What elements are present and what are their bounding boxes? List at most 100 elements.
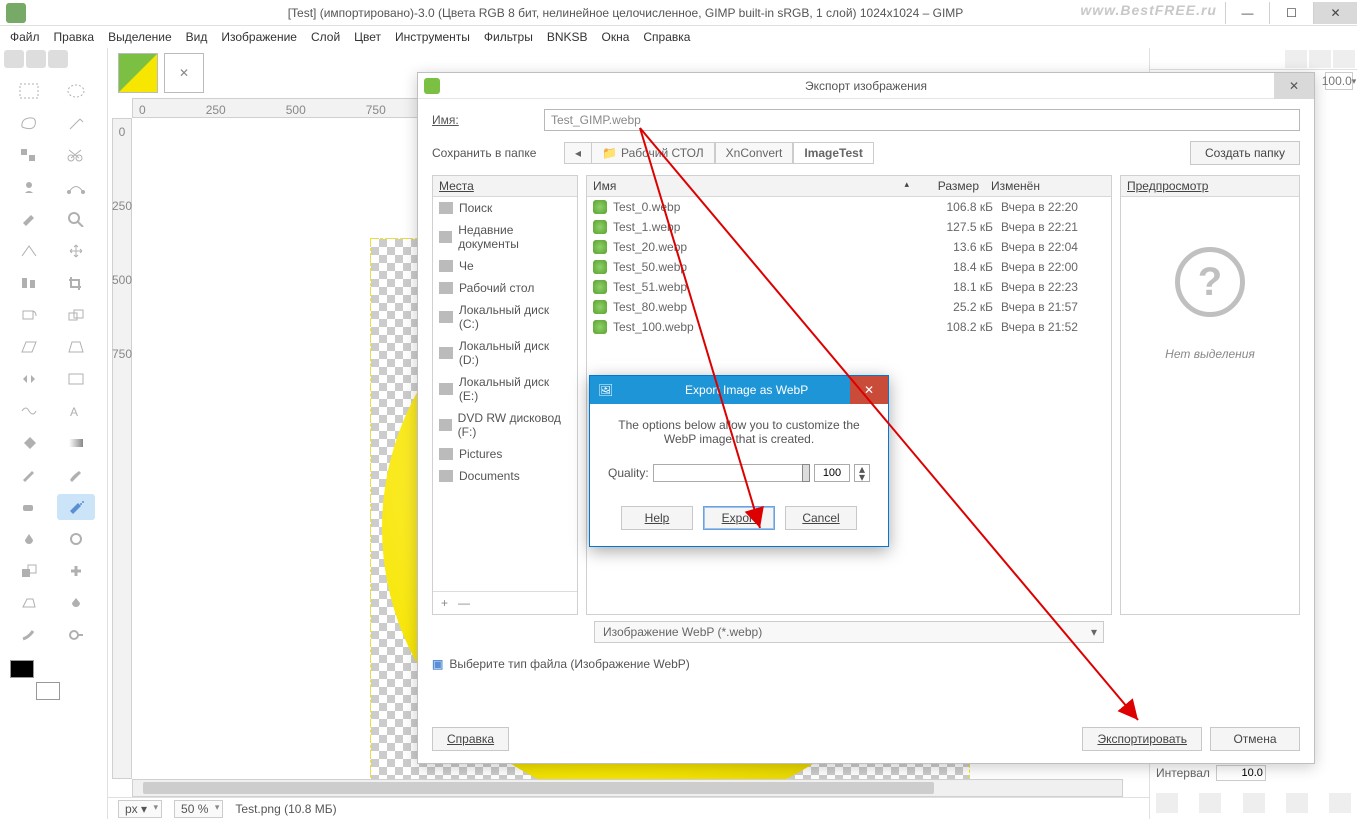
tool-color-picker[interactable] [10, 206, 48, 232]
tool-paintbrush[interactable] [57, 462, 95, 488]
places-item[interactable]: Недавние документы [433, 219, 577, 255]
tool-clone[interactable] [10, 558, 48, 584]
dock-icon[interactable] [1286, 793, 1308, 813]
tool-ink[interactable] [10, 526, 48, 552]
tool-scale[interactable] [57, 302, 95, 328]
tool-free-select[interactable] [10, 110, 48, 136]
tool-rotate[interactable] [10, 302, 48, 328]
tool-gradient[interactable] [57, 430, 95, 456]
tool-heal[interactable] [57, 558, 95, 584]
tool-smudge[interactable] [10, 622, 48, 648]
menu-help[interactable]: Справка [643, 30, 690, 44]
tool-rect-select[interactable] [10, 78, 48, 104]
tool-crop[interactable] [57, 270, 95, 296]
dock-icon[interactable] [1156, 793, 1178, 813]
places-add[interactable]: + [441, 596, 448, 610]
breadcrumb-seg[interactable]: 📁 Рабочий СТОЛ [591, 142, 715, 164]
tool-text[interactable]: A [57, 398, 95, 424]
image-thumb[interactable] [118, 53, 158, 93]
tool-pencil[interactable] [10, 462, 48, 488]
export-dialog-close[interactable]: ✕ [1274, 73, 1314, 99]
quality-slider[interactable] [653, 464, 810, 482]
file-row[interactable]: Test_50.webp18.4 кБВчера в 22:00 [587, 257, 1111, 277]
tool-align[interactable] [10, 270, 48, 296]
menu-tools[interactable]: Инструменты [395, 30, 470, 44]
opacity-combo[interactable]: 100.0▾ [1325, 72, 1353, 90]
places-remove[interactable]: — [458, 596, 470, 610]
places-item[interactable]: Рабочий стол [433, 277, 577, 299]
export-cancel-button[interactable]: Отмена [1210, 727, 1300, 751]
dock-tab[interactable] [1333, 50, 1355, 68]
quality-spinner[interactable]: ▴▾ [854, 464, 870, 482]
file-row[interactable]: Test_51.webp18.1 кБВчера в 22:23 [587, 277, 1111, 297]
scrollbar-horizontal[interactable] [132, 779, 1123, 797]
tool-bucket-fill[interactable] [10, 430, 48, 456]
close-button[interactable]: ✕ [1313, 2, 1357, 24]
menu-select[interactable]: Выделение [108, 30, 172, 44]
menu-layer[interactable]: Слой [311, 30, 340, 44]
tool-flip[interactable] [10, 366, 48, 392]
dock-tab[interactable] [1285, 50, 1307, 68]
tool-measure[interactable] [10, 238, 48, 264]
places-item[interactable]: Локальный диск (C:) [433, 299, 577, 335]
fg-bg-colors[interactable] [10, 660, 60, 700]
places-item[interactable]: Локальный диск (E:) [433, 371, 577, 407]
export-button[interactable]: Экспортировать [1082, 727, 1202, 751]
tool-warp[interactable] [10, 398, 48, 424]
dock-icon[interactable] [1243, 793, 1265, 813]
dock-tab[interactable] [1309, 50, 1331, 68]
unit-combo[interactable]: px ▾ [118, 800, 162, 818]
create-folder-button[interactable]: Создать папку [1190, 141, 1300, 165]
minimize-button[interactable]: — [1225, 2, 1269, 24]
image-thumb-close[interactable]: ✕ [164, 53, 204, 93]
file-row[interactable]: Test_20.webp13.6 кБВчера в 22:04 [587, 237, 1111, 257]
file-row[interactable]: Test_100.webp108.2 кБВчера в 21:52 [587, 317, 1111, 337]
places-item[interactable]: DVD RW дисковод (F:) [433, 407, 577, 443]
places-item[interactable]: Локальный диск (D:) [433, 335, 577, 371]
menu-file[interactable]: Файл [10, 30, 40, 44]
tool-perspective[interactable] [57, 334, 95, 360]
tool-scissors[interactable] [57, 142, 95, 168]
places-item[interactable]: Че [433, 255, 577, 277]
tool-perspective-clone[interactable] [10, 590, 48, 616]
tool-eraser[interactable] [10, 494, 48, 520]
file-row[interactable]: Test_0.webp106.8 кБВчера в 22:20 [587, 197, 1111, 217]
tool-color-select[interactable] [10, 142, 48, 168]
col-modified[interactable]: Изменён [985, 176, 1097, 196]
export-help-button[interactable]: Справка [432, 727, 509, 751]
file-row[interactable]: Test_80.webp25.2 кБВчера в 21:57 [587, 297, 1111, 317]
tool-ellipse-select[interactable] [57, 78, 95, 104]
tool-zoom[interactable] [57, 206, 95, 232]
tool-foreground-select[interactable] [10, 174, 48, 200]
filename-input[interactable] [544, 109, 1300, 131]
webp-help-button[interactable]: Help [621, 506, 693, 530]
menu-windows[interactable]: Окна [602, 30, 630, 44]
dock-icon[interactable] [1329, 793, 1351, 813]
tool-mypaint[interactable] [57, 526, 95, 552]
menu-filters[interactable]: Фильтры [484, 30, 533, 44]
filetype-expander[interactable]: ▣Выберите тип файла (Изображение WebP) [432, 657, 1300, 671]
menu-edit[interactable]: Правка [54, 30, 95, 44]
menu-bnksb[interactable]: BNKSB [547, 30, 588, 44]
menu-view[interactable]: Вид [186, 30, 208, 44]
col-size[interactable]: Размер [915, 176, 985, 196]
breadcrumb-seg[interactable]: ImageTest [793, 142, 873, 164]
places-item[interactable]: Documents [433, 465, 577, 487]
quality-input[interactable] [814, 464, 850, 482]
col-name[interactable]: Имя [587, 176, 915, 196]
webp-close-button[interactable]: ✕ [850, 376, 888, 404]
dock-icon[interactable] [1199, 793, 1221, 813]
filetype-combo[interactable]: Изображение WebP (*.webp) [594, 621, 1104, 643]
tool-dodge[interactable] [57, 622, 95, 648]
menu-image[interactable]: Изображение [221, 30, 297, 44]
file-row[interactable]: Test_1.webp127.5 кБВчера в 22:21 [587, 217, 1111, 237]
tool-blur[interactable] [57, 590, 95, 616]
breadcrumb-seg[interactable]: XnConvert [715, 142, 794, 164]
webp-cancel-button[interactable]: Cancel [785, 506, 857, 530]
breadcrumb-back[interactable]: ◂ [564, 142, 591, 164]
maximize-button[interactable]: ☐ [1269, 2, 1313, 24]
webp-export-button[interactable]: Export [703, 506, 775, 530]
menu-color[interactable]: Цвет [354, 30, 381, 44]
tool-move[interactable] [57, 238, 95, 264]
interval-input[interactable] [1216, 765, 1266, 781]
